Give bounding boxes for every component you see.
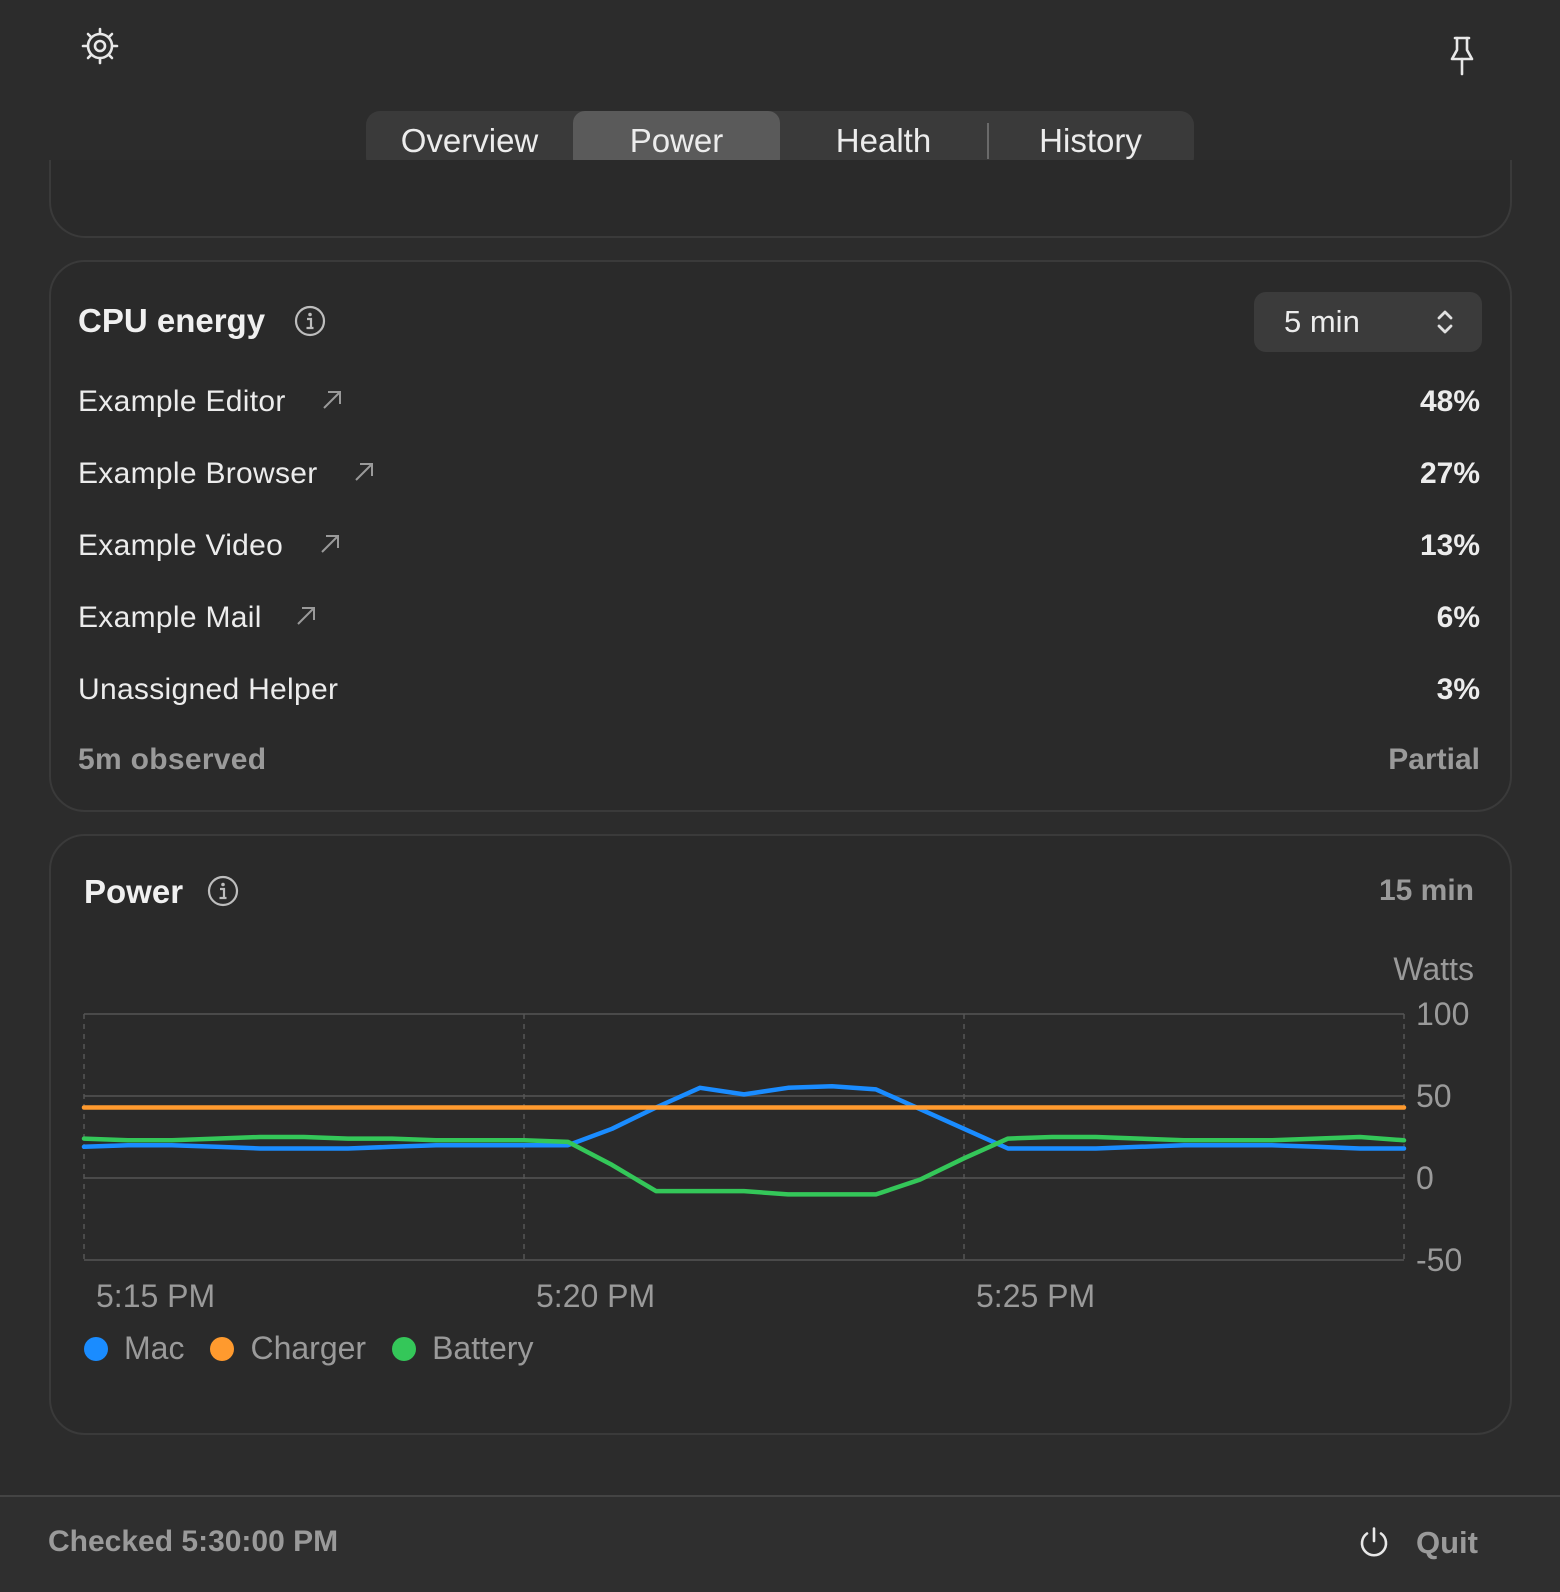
cpu-energy-title: CPU energy	[78, 302, 266, 339]
cpu-range-value: 5 min	[1284, 304, 1360, 339]
list-item-value: 48%	[1419, 385, 1480, 418]
legend-label-battery: Battery	[432, 1330, 534, 1366]
legend-dot-charger	[210, 1336, 235, 1361]
list-item-name: Example Mail	[78, 601, 262, 634]
last-checked-status: Checked 5:30:00 PM	[48, 1525, 339, 1558]
legend-dot-mac	[84, 1336, 108, 1361]
y-axis-unit-label: Watts	[1393, 951, 1474, 987]
power-chart: Watts 100 50 0 -50 5:15 PM 5:20 PM 5:25 PM	[81, 951, 1474, 1314]
list-item-value: 3%	[1436, 673, 1480, 706]
power-range-label: 15 min	[1378, 874, 1474, 907]
chart-legend: Mac Charger Battery	[84, 1330, 533, 1367]
chevron-up-down-icon	[1437, 310, 1453, 334]
list-item-name: Unassigned Helper	[78, 673, 339, 706]
info-icon	[294, 305, 326, 337]
legend-dot-battery	[392, 1336, 417, 1361]
arrow-up-right-icon[interactable]	[320, 388, 344, 412]
power-title: Power	[84, 873, 184, 910]
settings-button[interactable]	[76, 22, 124, 70]
pin-icon	[1450, 36, 1474, 76]
x-tick-label: 5:15 PM	[96, 1278, 215, 1314]
cpu-range-select[interactable]: 5 min	[1254, 292, 1482, 352]
legend-label-charger: Charger	[250, 1330, 367, 1366]
list-item-name: Example Editor	[78, 385, 286, 418]
y-tick-label: 0	[1416, 1160, 1434, 1196]
list-item-value: 13%	[1419, 529, 1480, 562]
coverage-status: Partial	[1388, 743, 1480, 776]
previous-card-edge	[49, 160, 1512, 238]
observed-duration: 5m observed	[78, 743, 267, 776]
x-tick-label: 5:25 PM	[976, 1278, 1095, 1314]
power-info-button[interactable]	[205, 873, 241, 909]
list-item-value: 27%	[1419, 457, 1480, 490]
arrow-up-right-icon[interactable]	[352, 460, 376, 484]
quit-label: Quit	[1416, 1525, 1478, 1560]
info-icon	[207, 875, 239, 907]
gear-icon	[81, 27, 119, 65]
quit-button[interactable]: Quit	[1356, 1517, 1478, 1569]
power-icon	[1360, 1527, 1388, 1557]
x-tick-label: 5:20 PM	[536, 1278, 655, 1314]
list-item-value: 6%	[1436, 601, 1480, 634]
footer-bar: Checked 5:30:00 PM Quit	[0, 1495, 1560, 1592]
arrow-up-right-icon[interactable]	[318, 532, 342, 556]
y-tick-label: 100	[1416, 996, 1469, 1032]
y-tick-label: -50	[1416, 1242, 1462, 1278]
pin-button[interactable]	[1440, 32, 1484, 80]
arrow-up-right-icon[interactable]	[294, 604, 318, 628]
cpu-info-button[interactable]	[292, 303, 328, 339]
legend-label-mac: Mac	[124, 1330, 185, 1366]
list-item-name: Example Video	[78, 529, 284, 562]
y-tick-label: 50	[1416, 1078, 1452, 1114]
list-item-name: Example Browser	[78, 457, 318, 490]
